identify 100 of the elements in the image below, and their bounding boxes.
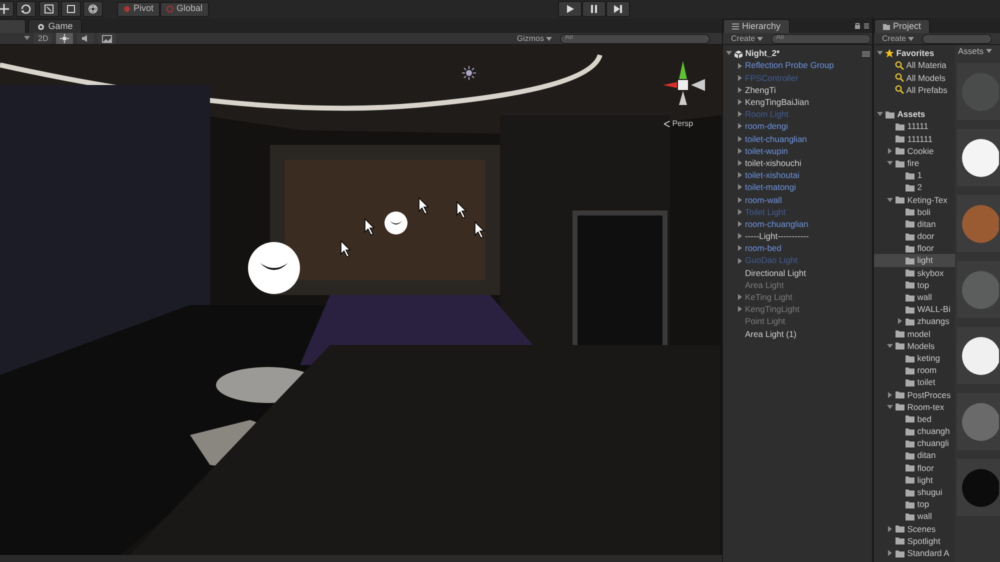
expand-arrow-icon[interactable] [737, 294, 743, 300]
folder-item[interactable]: ditan [917, 218, 936, 230]
hierarchy-item[interactable]: Directional Light [745, 266, 806, 279]
hierarchy-item[interactable]: room-chuanglian [745, 218, 808, 230]
expand-arrow-icon[interactable] [737, 62, 743, 69]
folder-item[interactable]: door [917, 230, 934, 242]
favorite-item[interactable]: All Materia [906, 59, 946, 72]
folder-item[interactable]: light [917, 254, 933, 267]
collapse-arrow-icon[interactable] [887, 160, 893, 166]
hierarchy-item[interactable]: toilet-chuanglian [745, 132, 807, 145]
hierarchy-item[interactable]: -----Light----------- [745, 230, 809, 242]
expand-arrow-icon[interactable] [887, 550, 893, 556]
expand-arrow-icon[interactable] [737, 258, 743, 264]
folder-item[interactable]: 111111 [907, 132, 932, 145]
2d-toggle[interactable]: 2D [34, 33, 52, 44]
pivot-button[interactable]: Pivot [116, 2, 160, 16]
folder-item[interactable]: Assets [897, 108, 926, 120]
folder-item[interactable]: toilet [917, 376, 936, 389]
folder-item[interactable]: Favorites [896, 47, 934, 60]
collapse-arrow-icon[interactable] [877, 50, 883, 56]
expand-arrow-icon[interactable] [737, 184, 743, 190]
collapse-arrow-icon[interactable] [887, 196, 893, 203]
hierarchy-item[interactable]: toilet-xishoutai [745, 169, 800, 182]
hierarchy-tab[interactable]: Hierarchy [723, 19, 790, 33]
hierarchy-item[interactable]: KengTingBaiJian [745, 96, 809, 108]
step-button[interactable] [606, 1, 630, 17]
expand-arrow-icon[interactable] [887, 526, 893, 532]
sun-icon[interactable] [462, 66, 476, 80]
folder-item[interactable]: PostProces [907, 388, 951, 401]
material-thumbnail[interactable] [959, 138, 1000, 178]
folder-item[interactable]: floor [917, 462, 934, 474]
transform-tool-button[interactable] [83, 1, 103, 17]
menu-icon[interactable] [862, 51, 870, 57]
folder-item[interactable]: 11111 [907, 120, 928, 133]
folder-item[interactable]: 2 [917, 181, 922, 194]
folder-item[interactable]: shugui [917, 486, 942, 498]
expand-arrow-icon[interactable] [737, 86, 743, 93]
folder-item[interactable]: floor [917, 242, 934, 254]
folder-item[interactable]: Room-tex [907, 400, 944, 413]
create-dropdown[interactable]: Create [727, 33, 768, 44]
expand-arrow-icon[interactable] [737, 160, 743, 166]
folder-item[interactable]: Spotlight [907, 534, 940, 547]
folder-item[interactable]: 1 [917, 169, 922, 182]
hierarchy-item[interactable]: toilet-matongi [745, 181, 796, 194]
favorite-item[interactable]: All Models [906, 72, 946, 84]
expand-arrow-icon[interactable] [737, 196, 743, 203]
effects-toggle[interactable] [98, 33, 116, 44]
collapse-arrow-icon[interactable] [726, 50, 732, 56]
folder-item[interactable]: Scenes [907, 522, 936, 535]
hierarchy-item[interactable]: room-bed [745, 242, 782, 254]
play-button[interactable] [558, 1, 582, 17]
expand-arrow-icon[interactable] [737, 306, 743, 312]
move-tool-button[interactable] [0, 1, 14, 17]
expand-arrow-icon[interactable] [737, 148, 743, 154]
folder-item[interactable]: room [917, 364, 937, 376]
expand-arrow-icon[interactable] [737, 245, 743, 252]
folder-item[interactable]: zhuangs [917, 315, 950, 328]
folder-item[interactable]: chuangh [917, 425, 950, 438]
audio-toggle[interactable] [77, 33, 94, 44]
hierarchy-item[interactable]: toilet-wupin [745, 144, 788, 157]
expand-arrow-icon[interactable] [737, 136, 743, 142]
hierarchy-item[interactable]: toilet-xishouchi [745, 156, 802, 170]
folder-item[interactable]: fire [907, 156, 920, 170]
view-mode-label[interactable]: Persp [670, 119, 694, 128]
rect-tool-tool-button[interactable] [60, 1, 81, 17]
hierarchy-item[interactable]: room-wall [745, 194, 782, 206]
hierarchy-item[interactable]: Area Light (1) [745, 328, 796, 340]
favorite-item[interactable]: All Prefabs [906, 84, 948, 96]
lighting-toggle[interactable] [56, 33, 74, 44]
pause-button[interactable] [582, 1, 606, 17]
folder-item[interactable]: skybox [917, 266, 944, 279]
hierarchy-item[interactable]: room-dengi [745, 120, 788, 133]
material-thumbnail[interactable] [959, 468, 1000, 508]
folder-item[interactable]: boli [917, 206, 930, 218]
folder-item[interactable]: wall [917, 510, 932, 523]
folder-item[interactable]: keting [917, 352, 940, 364]
folder-item[interactable]: Models [907, 340, 935, 352]
gizmos-dropdown[interactable]: Gizmos [512, 33, 556, 44]
expand-arrow-icon[interactable] [737, 172, 743, 178]
expand-arrow-icon[interactable] [737, 220, 743, 227]
folder-item[interactable]: Standard A [907, 546, 950, 560]
project-search-field[interactable] [922, 34, 992, 44]
expand-arrow-icon[interactable] [737, 99, 743, 106]
collapse-arrow-icon[interactable] [877, 111, 883, 118]
game-tab[interactable]: Game [28, 19, 82, 33]
light-icon[interactable] [247, 241, 301, 295]
material-thumbnail[interactable] [959, 336, 1000, 376]
lock-icon[interactable] [854, 22, 870, 30]
project-tab[interactable]: Project [874, 19, 930, 33]
folder-item[interactable]: top [917, 498, 930, 510]
scale-tool-button[interactable] [38, 1, 58, 17]
expand-arrow-icon[interactable] [887, 392, 893, 398]
folder-item[interactable]: WALL-Bi [917, 303, 950, 316]
material-thumbnail[interactable] [959, 270, 1000, 310]
folder-item[interactable]: chuangli [917, 437, 949, 450]
folder-item[interactable]: wall [917, 291, 932, 304]
rotate-tool-button[interactable] [16, 1, 36, 17]
folder-item[interactable]: Keting-Tex [907, 194, 948, 206]
material-thumbnail[interactable] [959, 204, 1000, 244]
scene-name[interactable]: Night_2* [745, 47, 780, 60]
